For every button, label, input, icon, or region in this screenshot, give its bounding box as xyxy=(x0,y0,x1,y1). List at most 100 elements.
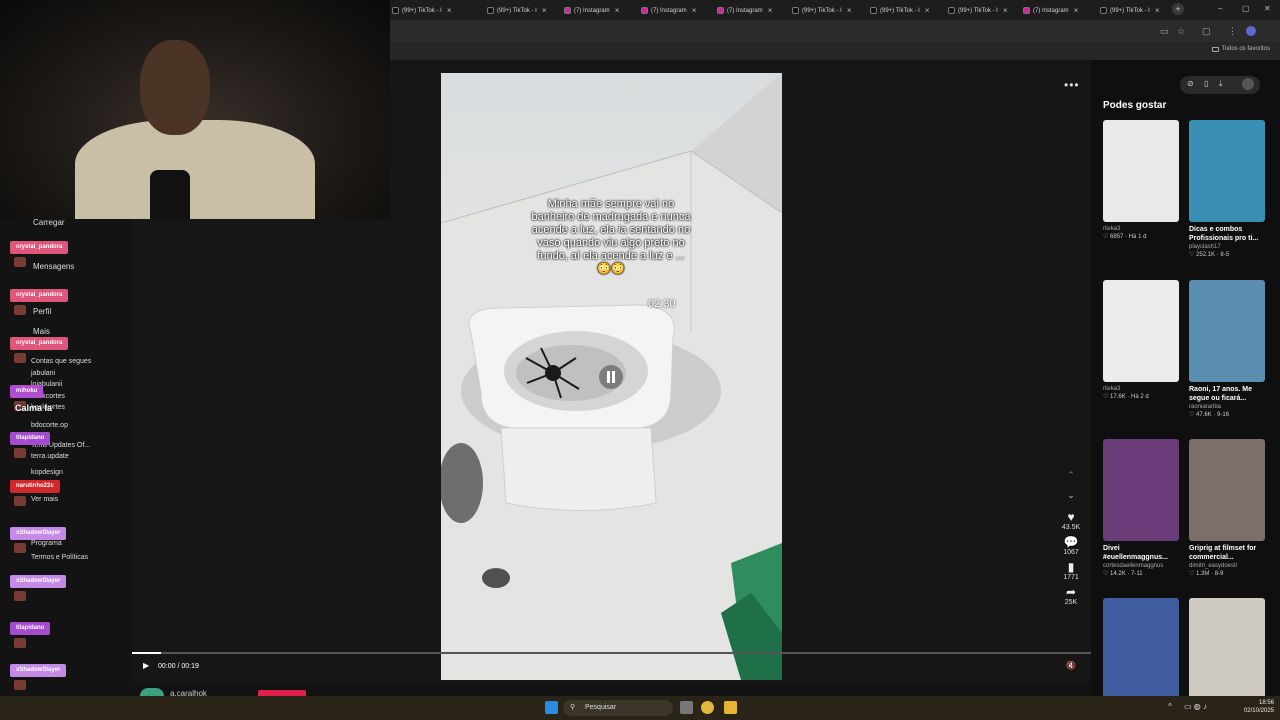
recommended-video-card[interactable]: Griprig at filmset for commercial... dimi… xyxy=(1189,439,1265,578)
sidebar-item[interactable]: terra.update xyxy=(31,453,69,460)
card-user[interactable]: cortesdaellenmaggnus xyxy=(1103,562,1179,570)
nav-down-button[interactable]: ⌄ xyxy=(1058,488,1084,502)
video-frame[interactable]: Minha mãe sempre vai no banheiro de madr… xyxy=(441,73,782,680)
cast-icon[interactable]: ▭ xyxy=(1160,26,1169,37)
browser-tab[interactable]: (7) Instagram × xyxy=(1023,3,1078,18)
close-tab-icon[interactable]: × xyxy=(615,6,620,15)
close-tab-icon[interactable]: × xyxy=(447,6,452,15)
profile-avatar[interactable] xyxy=(1246,26,1256,36)
toolbar-pill: ⊘ ▯ ⤓ xyxy=(1180,76,1260,94)
sidebar-item[interactable]: Carregar xyxy=(33,218,65,227)
close-tab-icon[interactable]: × xyxy=(692,6,697,15)
close-tab-icon[interactable]: × xyxy=(1074,6,1079,15)
chrome-icon[interactable] xyxy=(701,701,714,714)
chat-username: xShadowSlayer xyxy=(10,527,67,540)
phone-icon[interactable]: ▯ xyxy=(1204,79,1208,88)
close-tab-icon[interactable]: × xyxy=(1003,6,1008,15)
sidebar-item[interactable]: Termos e Políticas xyxy=(31,554,88,561)
card-user[interactable]: riivka3 xyxy=(1103,225,1179,233)
nav-up-button[interactable]: ⌃ xyxy=(1058,468,1084,482)
browser-tab[interactable]: (99+) TikTok - I × xyxy=(392,3,452,18)
comment-count: 1067 xyxy=(1063,549,1079,556)
taskbar-search[interactable]: ⚲ Pesquisar xyxy=(563,700,673,716)
browser-tab[interactable]: (99+) TikTok - I × xyxy=(1100,3,1160,18)
clock[interactable]: 18:56 02/10/2025 xyxy=(1244,699,1274,715)
author-avatar[interactable] xyxy=(140,688,164,696)
close-tab-icon[interactable]: × xyxy=(542,6,547,15)
close-tab-icon[interactable]: × xyxy=(1155,6,1160,15)
pause-button[interactable] xyxy=(599,365,623,389)
minimize-icon[interactable]: – xyxy=(1218,4,1222,13)
download-icon[interactable]: ⤓ xyxy=(1219,79,1223,89)
video-thumbnail[interactable] xyxy=(1103,439,1179,541)
card-user[interactable]: dimitri_easydoesit xyxy=(1189,562,1265,570)
browser-tab[interactable]: (99+) TikTok - I × xyxy=(948,3,1008,18)
maximize-icon[interactable]: ▢ xyxy=(1242,4,1250,13)
card-user[interactable]: riivka3 xyxy=(1103,385,1179,393)
card-user[interactable]: playclash17 xyxy=(1189,243,1265,251)
card-stats: ♡ 1.3M · 8-9 xyxy=(1189,571,1224,577)
close-tab-icon[interactable]: × xyxy=(847,6,852,15)
all-bookmarks[interactable]: Todos os favoritos xyxy=(1211,46,1270,52)
menu-icon[interactable]: ⋮ xyxy=(1228,26,1237,37)
recommended-video-card[interactable] xyxy=(1103,598,1179,703)
browser-tab[interactable]: (7) Instagram × xyxy=(717,3,772,18)
extensions-icon[interactable]: ▢ xyxy=(1202,26,1211,37)
chat-avatar xyxy=(14,496,26,506)
sidebar-item[interactable]: kopdesign xyxy=(31,469,63,476)
tray-arrow-icon[interactable]: ^ xyxy=(1168,702,1172,711)
file-explorer-icon[interactable] xyxy=(724,701,737,714)
profile-icon[interactable] xyxy=(1242,78,1254,90)
tray-icons[interactable]: ▭ ◍ ♪ xyxy=(1184,702,1207,711)
tab-favicon xyxy=(392,7,399,14)
video-thumbnail[interactable] xyxy=(1103,120,1179,222)
save-button[interactable]: ▮ 1771 xyxy=(1058,560,1084,581)
mute-icon[interactable]: 🔇 xyxy=(1066,661,1076,670)
browser-tab[interactable]: (99+) TikTok - I × xyxy=(870,3,930,18)
comment-button[interactable]: 💬 1067 xyxy=(1058,535,1084,556)
compass-icon[interactable]: ⊘ xyxy=(1187,79,1194,88)
video-thumbnail[interactable] xyxy=(1103,598,1179,700)
recommended-video-card[interactable]: Raoni, 17 anos. Me segue ou ficará... rao… xyxy=(1189,280,1265,419)
video-time: 00:00 / 00:19 xyxy=(158,663,199,670)
sidebar-item[interactable]: bdocorte.op xyxy=(31,422,68,429)
star-icon[interactable]: ☆ xyxy=(1177,26,1185,37)
recommended-video-card[interactable]: riivka3 ♡ 6857 · Há 1 d xyxy=(1103,120,1179,241)
chat-avatar xyxy=(14,353,26,363)
close-window-icon[interactable]: ✕ xyxy=(1264,4,1271,13)
video-thumbnail[interactable] xyxy=(1189,598,1265,700)
sidebar-item[interactable]: Mais xyxy=(33,327,50,336)
video-thumbnail[interactable] xyxy=(1103,280,1179,382)
more-options-icon[interactable]: ••• xyxy=(1064,78,1080,92)
recommended-video-card[interactable] xyxy=(1189,598,1265,703)
browser-tab[interactable]: (7) Instagram × xyxy=(641,3,696,18)
close-tab-icon[interactable]: × xyxy=(768,6,773,15)
play-icon[interactable]: ▶ xyxy=(143,661,149,670)
chat-username: tilapidano xyxy=(10,622,51,635)
browser-tab[interactable]: (7) Instagram × xyxy=(564,3,619,18)
card-title: Raoni, 17 anos. Me segue ou ficará... xyxy=(1189,386,1253,402)
share-button[interactable]: ➦ 25K xyxy=(1058,585,1084,606)
like-button[interactable]: ♥ 43.5K xyxy=(1058,510,1084,531)
new-tab-button[interactable]: + xyxy=(1172,3,1184,15)
windows-start-icon[interactable] xyxy=(545,701,558,714)
video-thumbnail[interactable] xyxy=(1189,439,1265,541)
video-progress-bar[interactable] xyxy=(132,652,1091,654)
browser-tab[interactable]: (99+) TikTok - I × xyxy=(792,3,852,18)
video-thumbnail[interactable] xyxy=(1189,120,1265,222)
sidebar-item[interactable]: Programa xyxy=(31,540,62,547)
browser-tab[interactable]: (99+) TikTok - I × xyxy=(487,3,547,18)
video-thumbnail[interactable] xyxy=(1189,280,1265,382)
task-view-icon[interactable] xyxy=(680,701,693,714)
sidebar-item[interactable]: Perfil xyxy=(33,307,51,316)
recommended-video-card[interactable]: riivka3 ♡ 17.6K · Há 2 d xyxy=(1103,280,1179,401)
sidebar-item[interactable]: Mensagens xyxy=(33,262,74,271)
recommended-video-card[interactable]: Divei #euellenmaggnus... cortesdaellenmag… xyxy=(1103,439,1179,578)
close-tab-icon[interactable]: × xyxy=(925,6,930,15)
tab-favicon xyxy=(870,7,877,14)
sidebar-item[interactable]: Contas que segues xyxy=(31,358,91,365)
card-user[interactable]: raoniarariba xyxy=(1189,403,1265,411)
sidebar-item[interactable]: jabulani xyxy=(31,370,55,377)
sidebar-item[interactable]: Ver mais xyxy=(31,496,58,503)
recommended-video-card[interactable]: Dicas e combos Profissionais pro ti... pl… xyxy=(1189,120,1265,259)
